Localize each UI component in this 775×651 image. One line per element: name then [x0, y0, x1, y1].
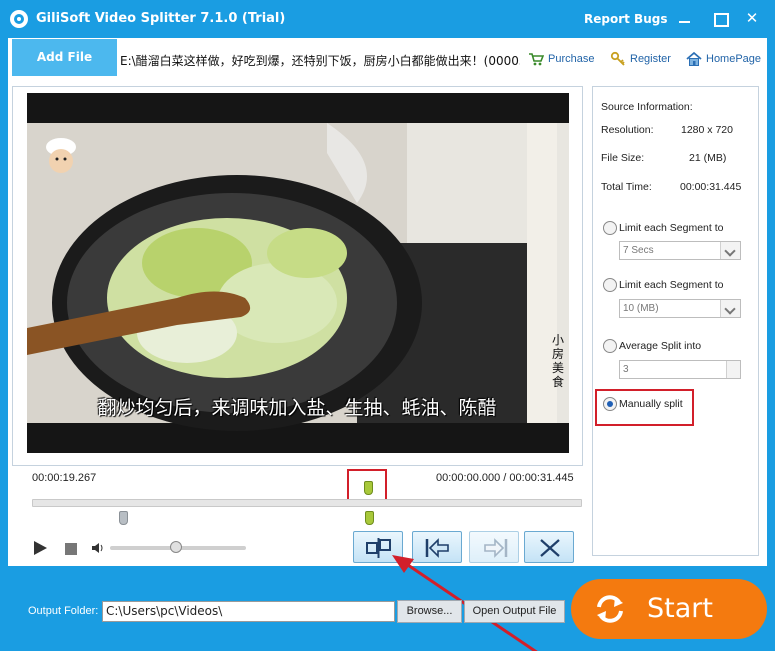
manual-split-radio[interactable]	[603, 397, 617, 411]
purchase-link[interactable]: Purchase	[528, 50, 594, 68]
chevron-down-icon	[720, 242, 740, 259]
limit-time-label: Limit each Segment to	[619, 222, 724, 234]
spinner-arrows-icon	[726, 361, 740, 378]
limit-size-radio[interactable]	[603, 278, 617, 292]
report-bugs-link[interactable]: Report Bugs	[584, 12, 667, 26]
limit-time-select[interactable]: 7 Secs	[619, 241, 741, 260]
average-split-radio[interactable]	[603, 339, 617, 353]
refresh-icon	[597, 595, 623, 623]
video-subtitle: 翻炒均匀后，来调味加入盐、生抽、蚝油、陈醋	[97, 397, 497, 419]
maximize-icon[interactable]	[711, 9, 729, 27]
timeline-track[interactable]	[32, 499, 582, 507]
filesize-value: 21 (MB)	[689, 152, 727, 164]
limit-size-value: 10 (MB)	[623, 303, 659, 314]
totaltime-label: Total Time:	[601, 181, 652, 193]
limit-time-value: 7 Secs	[623, 245, 654, 256]
stop-button[interactable]	[65, 543, 77, 555]
average-split-label: Average Split into	[619, 340, 702, 352]
home-icon	[686, 51, 702, 67]
open-output-button[interactable]: Open Output File	[464, 600, 565, 623]
chevron-down-icon	[720, 300, 740, 317]
start-button[interactable]: Start	[571, 579, 767, 639]
close-icon[interactable]: ✕	[743, 9, 761, 27]
resolution-value: 1280 x 720	[681, 124, 733, 136]
start-label: Start	[647, 593, 713, 624]
browse-button[interactable]: Browse...	[397, 600, 462, 623]
main-panel: Add File E:\醋溜白菜这样做，好吃到爆，还特别下饭，厨房小白都能做出来…	[8, 38, 767, 651]
manual-split-label: Manually split	[619, 398, 683, 410]
add-file-button[interactable]: Add File	[12, 39, 117, 76]
start-marker[interactable]	[119, 511, 128, 525]
minimize-icon[interactable]	[676, 9, 694, 27]
video-preview-frame: 翻炒均匀后，来调味加入盐、生抽、蚝油、陈醋 小房美食	[12, 86, 583, 466]
chef-logo-icon	[46, 138, 76, 173]
app-logo-icon	[10, 10, 28, 28]
average-split-value: 3	[623, 364, 629, 375]
video-preview[interactable]: 翻炒均匀后，来调味加入盐、生抽、蚝油、陈醋 小房美食	[27, 93, 569, 453]
output-folder-label: Output Folder:	[28, 605, 99, 617]
volume-knob[interactable]	[170, 541, 182, 553]
current-time: 00:00:19.267	[32, 472, 97, 484]
playhead-marker-top[interactable]	[364, 481, 373, 495]
homepage-label: HomePage	[706, 53, 762, 65]
time-range: 00:00:00.000 / 00:00:31.445	[436, 472, 574, 484]
totaltime-value: 00:00:31.445	[680, 181, 742, 193]
output-folder-input[interactable]: C:\Users\pc\Videos\	[102, 601, 395, 622]
average-split-spinner[interactable]: 3	[619, 360, 741, 379]
limit-time-radio[interactable]	[603, 221, 617, 235]
split-marker[interactable]	[365, 511, 374, 525]
limit-size-label: Limit each Segment to	[619, 279, 724, 291]
source-info-heading: Source Information:	[601, 101, 693, 113]
cart-icon	[528, 51, 545, 67]
resolution-label: Resolution:	[601, 124, 654, 136]
file-path-text: E:\醋溜白菜这样做，好吃到爆，还特别下饭，厨房小白都能做出来！(00003	[120, 54, 520, 68]
play-button[interactable]	[34, 541, 47, 555]
video-watermark: 小房美食	[552, 333, 565, 389]
source-info-panel: Source Information: Resolution: 1280 x 7…	[592, 86, 759, 556]
homepage-link[interactable]: HomePage	[686, 50, 761, 68]
key-icon	[610, 51, 626, 67]
volume-icon[interactable]	[91, 541, 105, 555]
limit-size-select[interactable]: 10 (MB)	[619, 299, 741, 318]
filesize-label: File Size:	[601, 152, 645, 164]
purchase-label: Purchase	[548, 53, 595, 65]
register-link[interactable]: Register	[610, 50, 671, 68]
title-bar: GiliSoft Video Splitter 7.1.0 (Trial) Re…	[0, 0, 775, 38]
register-label: Register	[630, 53, 671, 65]
window-title: GiliSoft Video Splitter 7.1.0 (Trial)	[36, 11, 286, 26]
